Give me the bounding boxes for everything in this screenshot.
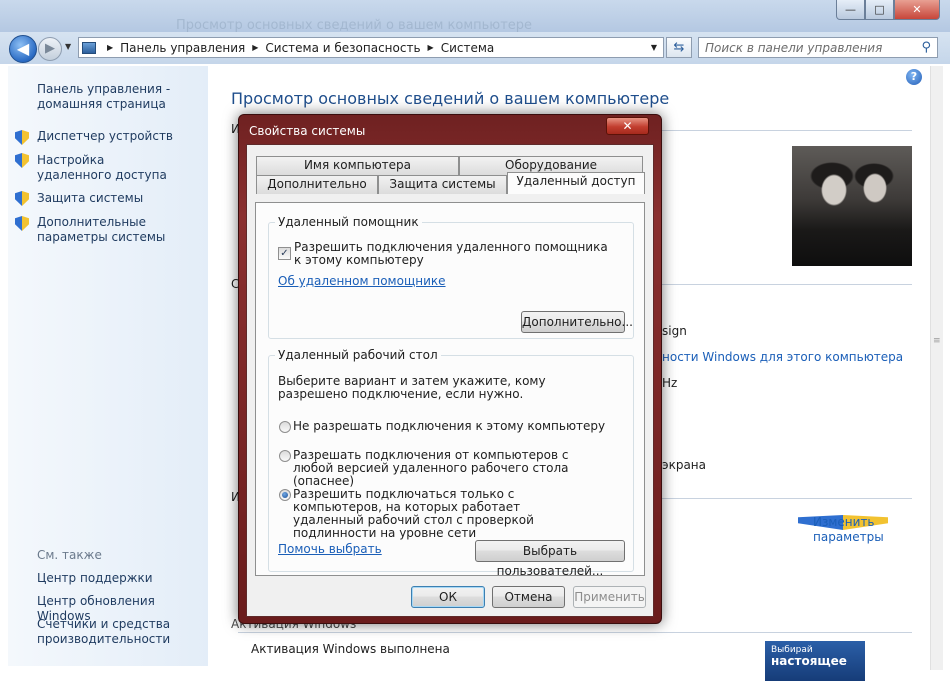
title-bar: Просмотр основных сведений о вашем компь…: [0, 0, 950, 33]
rdp-option-any-radio[interactable]: [279, 450, 291, 462]
minimize-button[interactable]: —: [836, 0, 865, 20]
breadcrumb-system-security[interactable]: Система и безопасность: [265, 41, 420, 55]
tab-computer-name[interactable]: Имя компьютера: [256, 156, 459, 175]
performance-link-fragment[interactable]: ности Windows для этого компьютера: [662, 350, 903, 364]
control-panel-icon: [82, 41, 96, 54]
refresh-button[interactable]: ⇆: [666, 37, 692, 58]
select-users-button[interactable]: Выбрать пользователей...: [475, 540, 625, 578]
breadcrumb-control-panel[interactable]: Панель управления: [120, 41, 245, 55]
rdp-option-nla-label[interactable]: Разрешить подключаться только с компьюте…: [293, 488, 593, 540]
divider: [238, 632, 912, 633]
address-bar[interactable]: ▶ Панель управления ▶ Система и безопасн…: [78, 37, 664, 58]
help-choose-link[interactable]: Помочь выбрать: [278, 542, 382, 556]
uac-shield-icon: [15, 153, 29, 168]
genuine-banner[interactable]: Выбирай настоящее: [765, 641, 865, 681]
sidebar-home-link[interactable]: Панель управления - домашняя страница: [37, 82, 197, 112]
search-icon[interactable]: ⚲: [921, 40, 931, 55]
assistance-advanced-button[interactable]: Дополнительно...: [521, 311, 633, 333]
cancel-button[interactable]: Отмена: [492, 586, 565, 608]
remote-assistance-title: Удаленный помощник: [275, 215, 422, 229]
remote-desktop-title: Удаленный рабочий стол: [275, 348, 441, 362]
sidebar-item-system-protection[interactable]: Защита системы: [37, 191, 207, 206]
tab-remote[interactable]: Удаленный доступ: [507, 172, 645, 194]
sidebar-item-advanced-settings[interactable]: Дополнительные параметры системы: [37, 215, 207, 245]
remote-desktop-instruction: Выберите вариант и затем укажите, кому р…: [278, 374, 546, 401]
remote-tab-panel: Удаленный помощник ✓ Разрешить подключен…: [255, 202, 645, 578]
about-assistance-link[interactable]: Об удаленном помощнике: [278, 274, 446, 288]
see-also-action-center[interactable]: Центр поддержки: [37, 571, 207, 586]
search-box: ⚲: [698, 37, 938, 58]
remote-assistance-group: Удаленный помощник ✓ Разрешить подключен…: [268, 215, 634, 339]
page-title: Просмотр основных сведений о вашем компь…: [231, 89, 670, 108]
pen-input-text-fragment: экрана: [662, 458, 707, 472]
processor-text-fragment: sign: [662, 324, 687, 338]
vertical-scrollbar[interactable]: ≡: [930, 66, 943, 670]
breadcrumb-separator-icon[interactable]: ▶: [252, 43, 258, 52]
help-icon[interactable]: ?: [906, 69, 922, 85]
banner-line-2: настоящее: [771, 654, 847, 668]
address-dropdown-icon[interactable]: ▼: [651, 43, 657, 52]
remote-desktop-group: Удаленный рабочий стол Выберите вариант …: [268, 348, 634, 578]
dialog-body: Имя компьютера Оборудование Дополнительн…: [246, 144, 654, 617]
sidebar-item-remote-settings[interactable]: Настройка удаленного доступа: [37, 153, 177, 183]
back-button[interactable]: ◀: [9, 35, 37, 63]
ok-button[interactable]: ОК: [411, 586, 485, 608]
maximize-button[interactable]: □: [865, 0, 894, 20]
breadcrumb-separator-icon[interactable]: ▶: [107, 43, 113, 52]
tab-advanced[interactable]: Дополнительно: [256, 175, 378, 194]
rdp-option-nla-radio[interactable]: [279, 489, 291, 501]
dialog-close-button[interactable]: ✕: [606, 117, 649, 135]
allow-assistance-label[interactable]: Разрешить подключения удаленного помощни…: [294, 241, 614, 267]
see-also-performance[interactable]: Счетчики и средства производительности: [37, 617, 187, 647]
see-also-heading: См. также: [37, 548, 102, 562]
apply-button: Применить: [573, 586, 646, 608]
dialog-title: Свойства системы: [249, 124, 366, 138]
uac-shield-icon: [15, 130, 29, 145]
sidebar: Панель управления - домашняя страница Ди…: [8, 66, 208, 666]
breadcrumb-system[interactable]: Система: [441, 41, 495, 55]
activation-status: Активация Windows выполнена: [251, 642, 450, 656]
ghost-title: Просмотр основных сведений о вашем компь…: [176, 18, 533, 33]
rdp-option-deny-radio[interactable]: [279, 421, 291, 433]
uac-shield-icon: [15, 216, 29, 231]
user-photo: [792, 146, 912, 266]
allow-assistance-checkbox[interactable]: ✓: [278, 247, 291, 260]
rdp-option-any-label[interactable]: Разрешать подключения от компьютеров с л…: [293, 449, 603, 488]
close-window-button[interactable]: ✕: [894, 0, 940, 20]
rdp-option-deny-label[interactable]: Не разрешать подключения к этому компьют…: [293, 420, 623, 433]
frequency-text-fragment: Hz: [662, 376, 678, 390]
scrollbar-grip-icon[interactable]: ≡: [933, 336, 941, 348]
uac-shield-icon: [15, 191, 29, 206]
change-settings-label: Изменить параметры: [813, 515, 884, 544]
forward-button[interactable]: ▶: [38, 37, 62, 61]
tab-system-protection[interactable]: Защита системы: [378, 175, 507, 194]
sidebar-item-device-manager[interactable]: Диспетчер устройств: [37, 129, 207, 144]
system-properties-dialog: Свойства системы ✕ Имя компьютера Оборуд…: [238, 114, 662, 624]
history-dropdown-icon[interactable]: ▼: [65, 42, 71, 51]
breadcrumb-separator-icon[interactable]: ▶: [428, 43, 434, 52]
search-input[interactable]: [699, 38, 910, 57]
